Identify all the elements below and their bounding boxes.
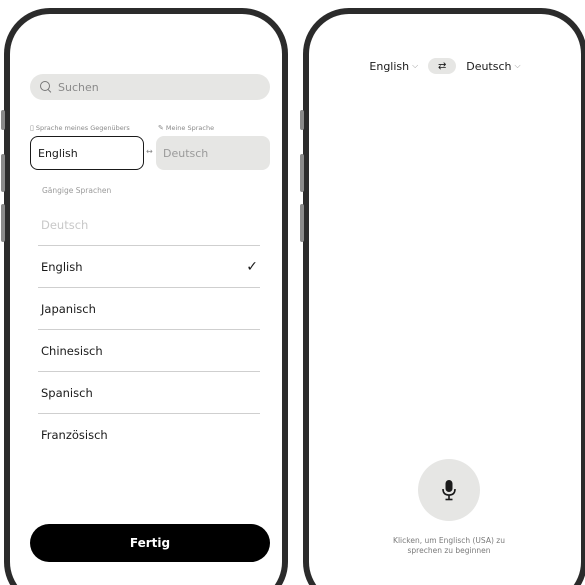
language-item-franzoesisch[interactable]: Französisch: [38, 414, 260, 456]
search-placeholder: Suchen: [58, 80, 99, 94]
source-language-label: English: [369, 59, 410, 73]
person-icon: ▯: [30, 124, 34, 132]
translator-screen: English ⌵ ⇄ Deutsch ⌵ Klicken, um Englis…: [309, 14, 581, 585]
search-icon: [40, 81, 52, 93]
microphone-icon: [442, 480, 456, 501]
other-language-value: English: [38, 146, 78, 160]
label-other-language: ▯ Sprache meines Gegenübers: [30, 124, 130, 132]
hint-line-1: Klicken, um Englisch (USA) zu: [393, 536, 505, 545]
language-item-label: Japanisch: [41, 301, 96, 316]
chevron-down-icon: ⌵: [514, 61, 521, 70]
language-item-japanisch[interactable]: Japanisch: [38, 288, 260, 330]
my-language-value: Deutsch: [163, 146, 209, 160]
language-item-label: Spanisch: [41, 385, 93, 400]
language-select-screen: Suchen ▯ Sprache meines Gegenübers ✎ Mei…: [10, 14, 282, 585]
swap-small-icon[interactable]: ↔: [146, 147, 153, 156]
label-other-text: Sprache meines Gegenübers: [35, 124, 130, 132]
target-language-picker[interactable]: Deutsch ⌵: [466, 60, 520, 73]
swap-icon: ⇄: [438, 60, 447, 72]
language-item-label: Französisch: [41, 428, 108, 442]
left-phone-frame: Suchen ▯ Sprache meines Gegenübers ✎ Mei…: [1, 8, 288, 585]
target-language-label: Deutsch: [466, 59, 512, 73]
checkmark-icon: ✓: [246, 258, 258, 275]
phone-side-button: [300, 110, 304, 130]
language-item-deutsch: Deutsch: [38, 204, 260, 246]
section-title: Gängige Sprachen: [42, 186, 112, 195]
search-field[interactable]: Suchen: [30, 74, 270, 100]
my-language-field[interactable]: Deutsch: [156, 136, 270, 170]
language-item-chinesisch[interactable]: Chinesisch: [38, 330, 260, 372]
phone-side-button: [300, 154, 304, 192]
language-list: Deutsch English ✓ Japanisch Chinesisch S…: [38, 204, 260, 456]
microphone-button[interactable]: [418, 459, 480, 521]
phone-side-button: [300, 204, 304, 242]
language-item-label: English: [41, 259, 83, 274]
language-item-label: Chinesisch: [41, 343, 103, 358]
label-mine-text: Meine Sprache: [165, 124, 215, 132]
label-my-language: ✎ Meine Sprache: [158, 124, 214, 132]
language-bar: English ⌵ ⇄ Deutsch ⌵: [309, 58, 581, 74]
done-button[interactable]: Fertig: [30, 524, 270, 562]
language-item-label: Deutsch: [41, 217, 89, 232]
chevron-down-icon: ⌵: [412, 61, 419, 70]
pin-icon: ✎: [158, 124, 164, 132]
language-item-spanisch[interactable]: Spanisch: [38, 372, 260, 414]
hint-line-2: sprechen zu beginnen: [407, 546, 491, 555]
other-language-field[interactable]: English: [30, 136, 144, 170]
swap-languages-button[interactable]: ⇄: [428, 58, 457, 74]
source-language-picker[interactable]: English ⌵: [369, 60, 418, 73]
mic-hint-text: Klicken, um Englisch (USA) zu sprechen z…: [349, 536, 549, 556]
phone-side-button: [1, 110, 5, 130]
phone-side-button: [1, 204, 5, 242]
right-phone-frame: English ⌵ ⇄ Deutsch ⌵ Klicken, um Englis…: [300, 8, 585, 585]
language-item-english[interactable]: English ✓: [38, 246, 260, 288]
phone-side-button: [1, 154, 5, 192]
